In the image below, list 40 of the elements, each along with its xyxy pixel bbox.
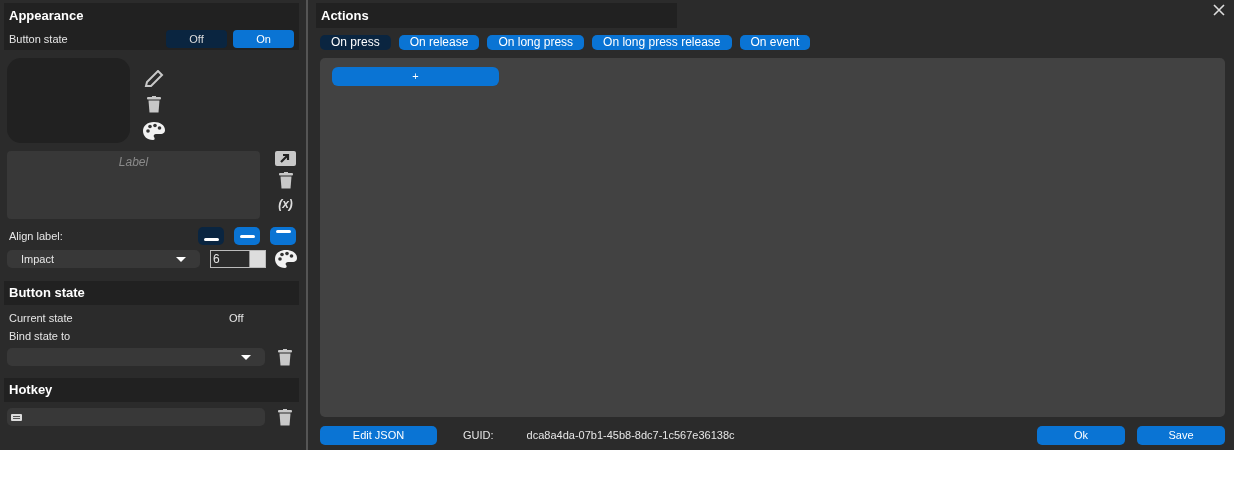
trash-icon[interactable]: [278, 172, 293, 189]
section-title: Appearance: [8, 6, 85, 25]
guid-label: GUID:: [463, 428, 494, 444]
open-external-icon[interactable]: [275, 151, 296, 166]
dialog-button[interactable]: Ok: [1037, 426, 1125, 445]
section-title: Button state: [4, 281, 299, 305]
font-size-spinner[interactable]: 6: [210, 250, 266, 268]
variable-button[interactable]: (x): [278, 195, 293, 213]
close-icon[interactable]: [1213, 4, 1225, 16]
pencil-icon[interactable]: [144, 70, 164, 88]
field-label: Bind state to: [8, 328, 71, 344]
keyboard-icon[interactable]: [11, 413, 22, 421]
field-value: Off: [229, 311, 244, 326]
field-label: Button state: [9, 31, 69, 47]
section-title: Actions: [316, 3, 677, 28]
add-button[interactable]: +: [332, 67, 499, 86]
hotkey-field[interactable]: [7, 408, 265, 426]
toggle-button[interactable]: On: [233, 30, 294, 48]
toggle-button[interactable]: Off: [166, 30, 227, 48]
trash-icon[interactable]: [278, 408, 292, 426]
tab[interactable]: On long press: [487, 35, 585, 50]
tab[interactable]: On event: [739, 35, 811, 50]
label-field[interactable]: Label: [7, 151, 260, 219]
field-label: Align label:: [9, 228, 64, 244]
align-middle-button[interactable]: [234, 227, 260, 245]
section-title: Hotkey: [4, 378, 299, 402]
align-top-button[interactable]: [270, 227, 296, 245]
dialog-button[interactable]: Save: [1137, 426, 1225, 445]
align-bottom-button[interactable]: [198, 227, 224, 245]
trash-icon[interactable]: [278, 348, 292, 366]
tab[interactable]: On long press release: [592, 35, 732, 50]
font-dropdown[interactable]: Impact: [7, 250, 200, 268]
palette-icon[interactable]: [142, 121, 166, 141]
edit-json-button[interactable]: Edit JSON: [320, 426, 437, 445]
tab[interactable]: On release: [398, 35, 480, 50]
palette-icon[interactable]: [274, 249, 298, 269]
guid-value: dca8a4da-07b1-45b8-8dc7-1c567e36138c: [526, 428, 736, 444]
trash-icon[interactable]: [147, 96, 161, 113]
tab[interactable]: On press: [320, 35, 391, 50]
field-label: Current state: [9, 311, 74, 326]
